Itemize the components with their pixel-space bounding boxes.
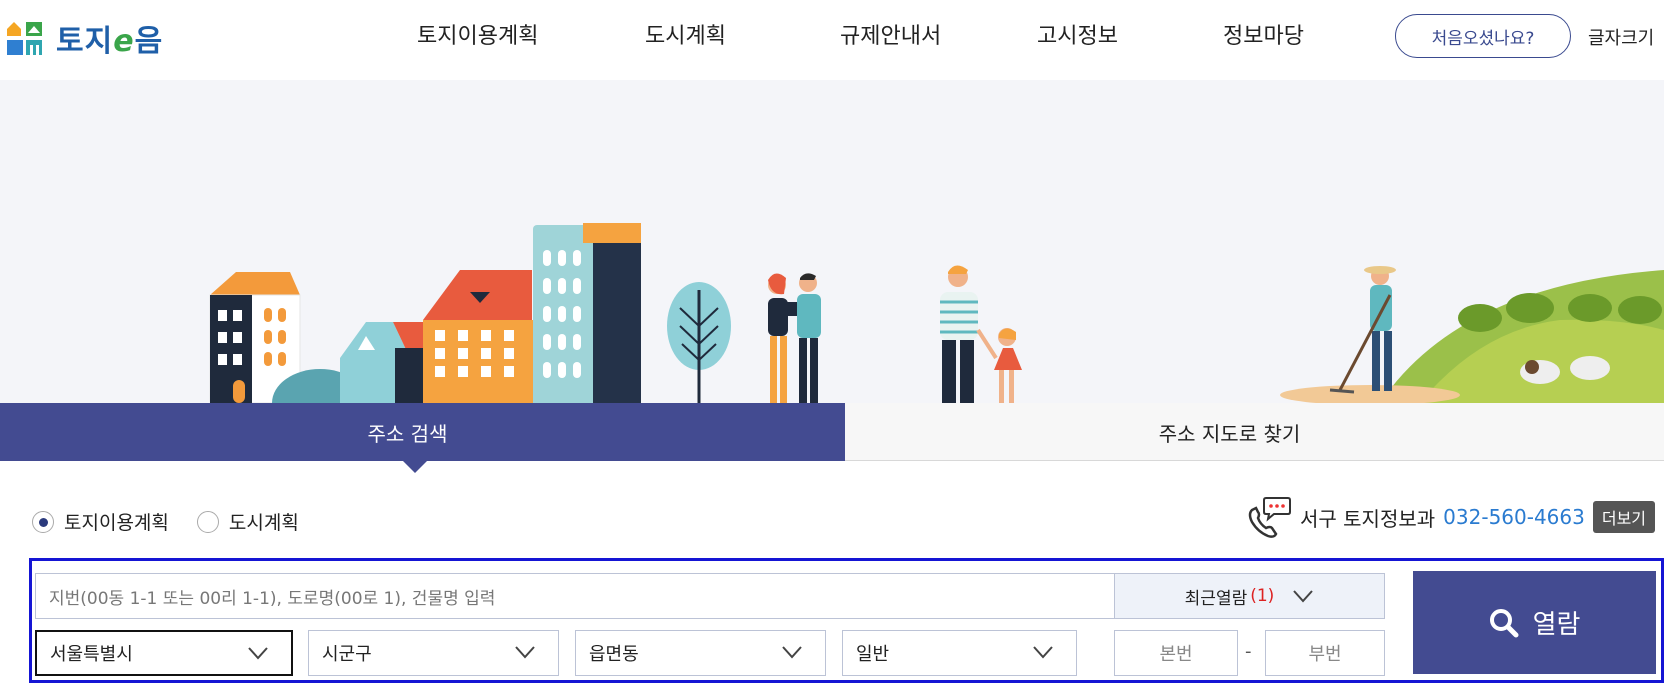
tab-address-search[interactable]: 주소 검색	[0, 403, 845, 473]
logo-text-part1: 토지	[56, 24, 114, 59]
plan-type-radios: 토지이용계획 도시계획	[32, 508, 327, 535]
nav-regulation-guide[interactable]: 규제안내서	[840, 18, 941, 50]
office-name: 서구 토지정보과	[1300, 506, 1436, 531]
eupmyeondong-select[interactable]: 읍면동	[575, 630, 826, 676]
search-panel: 지번(00동 1-1 또는 00리 1-1), 도로명(00로 1), 건물명 …	[29, 558, 1664, 683]
nav-urban-plan[interactable]: 도시계획	[645, 18, 726, 50]
radio-urban-plan[interactable]: 도시계획	[196, 508, 299, 535]
sub-number-input[interactable]: 부번	[1265, 630, 1385, 676]
land-type-select[interactable]: 일반	[842, 630, 1077, 676]
chevron-down-icon	[782, 646, 802, 659]
search-icon	[1489, 608, 1519, 637]
nav-notice-info[interactable]: 고시정보	[1037, 18, 1118, 50]
chevron-down-icon	[1033, 646, 1053, 659]
chevron-down-icon	[1293, 590, 1314, 603]
font-size-button[interactable]: 글자크기	[1588, 24, 1654, 50]
chevron-down-icon	[515, 646, 535, 659]
eupmyeondong-value: 읍면동	[589, 644, 639, 665]
radio-checked-icon[interactable]	[32, 510, 54, 533]
sigungu-select[interactable]: 시군구	[308, 630, 559, 676]
main-number-input[interactable]: 본번	[1114, 630, 1238, 676]
nav-info-plaza[interactable]: 정보마당	[1223, 18, 1304, 50]
hero-banner	[0, 80, 1664, 403]
office-phone[interactable]: 032-560-4663	[1443, 505, 1585, 529]
page: 토지e음 토지이용계획 도시계획 규제안내서 고시정보 정보마당 처음오셨나요?…	[0, 0, 1664, 683]
recent-view-dropdown[interactable]: 최근열람 (1)	[1114, 573, 1385, 619]
recent-view-label: 최근열람	[1184, 588, 1248, 609]
recent-view-count: (1)	[1250, 586, 1275, 606]
chevron-down-icon	[248, 647, 268, 660]
logo-text: 토지e음	[56, 16, 163, 60]
sido-value: 서울특별시	[50, 644, 133, 665]
number-separator: -	[1245, 641, 1252, 662]
view-button-label: 열람	[1532, 610, 1581, 640]
land-type-value: 일반	[856, 644, 890, 665]
radio-unchecked-icon[interactable]	[196, 510, 219, 533]
radio-label: 도시계획	[228, 512, 299, 534]
tab-map-search[interactable]: 주소 지도로 찾기	[845, 403, 1664, 461]
sigungu-value: 시군구	[322, 644, 372, 665]
logo[interactable]: 토지e음	[6, 16, 163, 60]
radio-label: 토지이용계획	[64, 512, 169, 534]
more-button[interactable]: 더보기	[1592, 501, 1656, 533]
contact-info: 서구 토지정보과 032-560-4663 더보기	[1244, 496, 1656, 538]
header: 토지e음 토지이용계획 도시계획 규제안내서 고시정보 정보마당 처음오셨나요?…	[0, 0, 1664, 80]
address-search-input[interactable]: 지번(00동 1-1 또는 00리 1-1), 도로명(00로 1), 건물명 …	[35, 573, 1114, 619]
nav-land-use-plan[interactable]: 토지이용계획	[417, 18, 538, 50]
view-button[interactable]: 열람	[1413, 571, 1656, 674]
first-visit-button[interactable]: 처음오셨나요?	[1395, 14, 1571, 58]
radio-land-use-plan[interactable]: 토지이용계획	[32, 508, 169, 535]
phone-icon	[1248, 497, 1291, 538]
logo-icon	[7, 22, 42, 55]
sido-select[interactable]: 서울특별시	[35, 630, 293, 676]
logo-text-part2: 음	[134, 24, 164, 59]
search-tabs: 주소 검색 주소 지도로 찾기	[0, 403, 1664, 473]
hero-illustration	[209, 223, 1664, 403]
logo-text-e: e	[113, 24, 135, 59]
